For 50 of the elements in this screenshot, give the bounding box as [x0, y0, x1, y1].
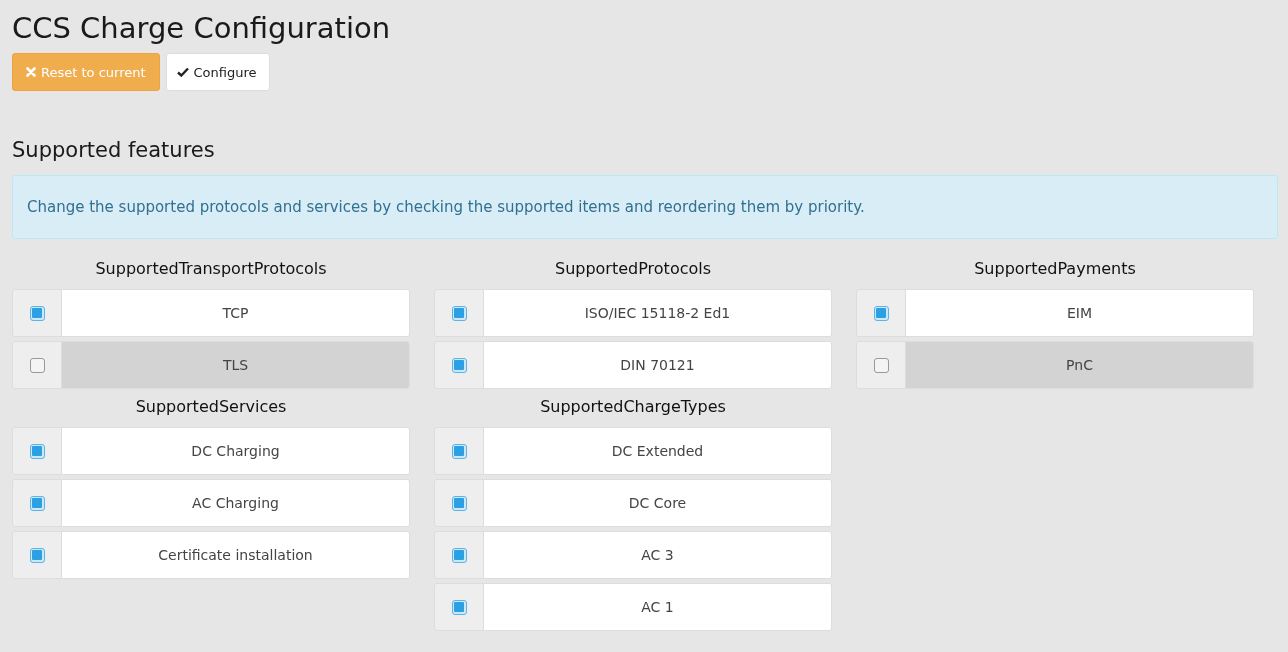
item-label: AC 1: [641, 599, 674, 615]
item-label: ISO/IEC 15118-2 Ed1: [584, 305, 731, 321]
item-label: AC Charging: [192, 495, 279, 511]
page-title: CCS Charge Configuration: [12, 10, 392, 47]
list-item[interactable]: AC Charging: [12, 479, 410, 527]
checkbox[interactable]: [451, 547, 467, 563]
item-label: DC Extended: [611, 443, 704, 459]
item-label: AC 3: [641, 547, 674, 563]
group-title: SupportedProtocols: [553, 258, 713, 280]
group-title: SupportedChargeTypes: [539, 396, 727, 418]
checkmark-icon: [176, 67, 189, 77]
checkbox[interactable]: [451, 443, 467, 459]
list-item[interactable]: AC 3: [434, 531, 832, 579]
list-item[interactable]: ISO/IEC 15118-2 Ed1: [434, 289, 832, 337]
info-alert: Change the supported protocols and services by checking the supported items and reordering them by priority.: [12, 175, 1278, 239]
checkbox[interactable]: [29, 443, 45, 459]
list-item[interactable]: TLS: [12, 341, 410, 389]
configure-button[interactable]: Configure: [165, 53, 270, 91]
item-label: DC Charging: [191, 443, 280, 459]
checkbox[interactable]: [29, 357, 45, 373]
list-item[interactable]: DC Extended: [434, 427, 832, 475]
item-label: TCP: [222, 305, 249, 321]
list-item[interactable]: Certificate installation: [12, 531, 410, 579]
checkbox[interactable]: [29, 305, 45, 321]
item-label: PnC: [1066, 357, 1093, 373]
list-item[interactable]: PnC: [856, 341, 1254, 389]
item-label: Certificate installation: [158, 547, 313, 563]
list-item[interactable]: TCP: [12, 289, 410, 337]
checkbox[interactable]: [451, 495, 467, 511]
checkbox[interactable]: [451, 599, 467, 615]
close-icon: [26, 67, 36, 77]
item-label: DC Core: [628, 495, 687, 511]
item-label: EIM: [1066, 305, 1093, 321]
list-item[interactable]: DC Charging: [12, 427, 410, 475]
item-label: TLS: [222, 357, 249, 373]
checkbox[interactable]: [451, 357, 467, 373]
list-item[interactable]: AC 1: [434, 583, 832, 631]
list-item[interactable]: DC Core: [434, 479, 832, 527]
list-item[interactable]: DIN 70121: [434, 341, 832, 389]
checkbox[interactable]: [29, 547, 45, 563]
group-title: SupportedServices: [134, 396, 288, 418]
checkbox[interactable]: [451, 305, 467, 321]
item-label: DIN 70121: [620, 357, 695, 373]
list-item[interactable]: EIM: [856, 289, 1254, 337]
section-title: Supported features: [12, 137, 216, 164]
checkbox[interactable]: [873, 305, 889, 321]
checkbox[interactable]: [29, 495, 45, 511]
group-title: SupportedTransportProtocols: [94, 258, 328, 280]
checkbox[interactable]: [873, 357, 889, 373]
group-title: SupportedPayments: [973, 258, 1137, 280]
